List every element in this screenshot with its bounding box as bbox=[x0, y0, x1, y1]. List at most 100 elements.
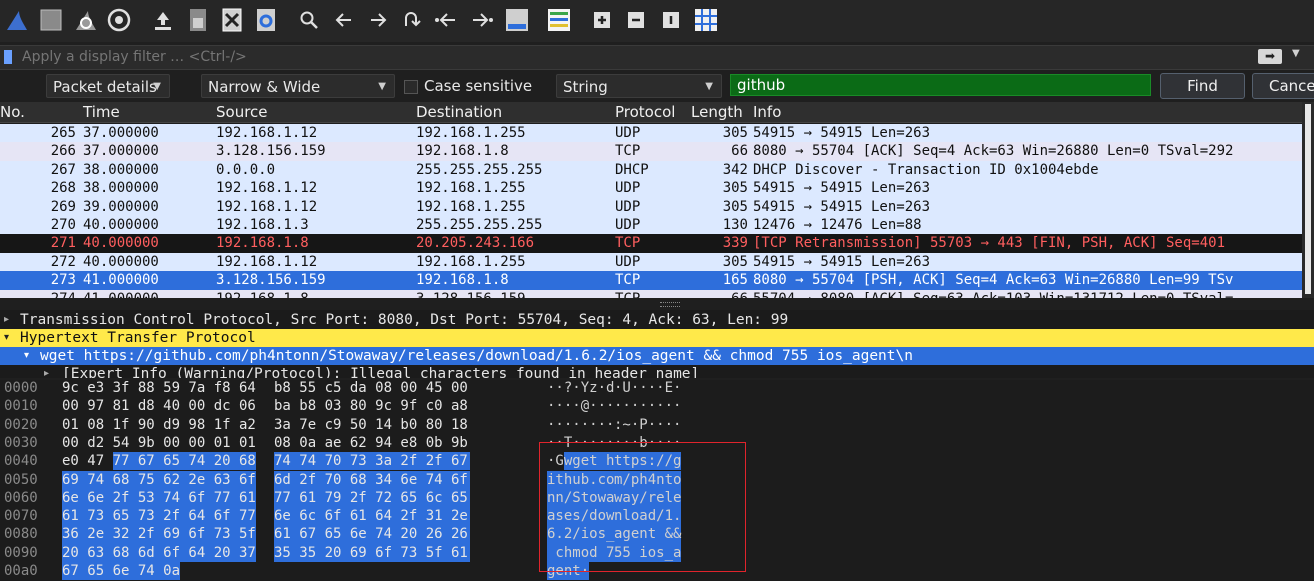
bookmark-icon[interactable] bbox=[4, 50, 12, 64]
packet-cell-len: 305 bbox=[722, 125, 748, 141]
tree-item-tcp[interactable]: ▸ Transmission Control Protocol, Src Por… bbox=[0, 311, 1314, 329]
column-header-source[interactable]: Source bbox=[216, 103, 268, 121]
hex-bytes: 61 67 65 6e 74 20 26 26 bbox=[274, 526, 468, 543]
tree-item-expert-label: [Expert Info (Warning/Protocol): Illegal… bbox=[62, 366, 700, 378]
autoscroll-icon[interactable] bbox=[504, 7, 530, 33]
search-scope-select[interactable]: Packet details ▼ bbox=[46, 74, 170, 98]
search-icon[interactable] bbox=[296, 7, 322, 33]
packet-cell-len: 342 bbox=[722, 161, 748, 178]
packet-cell-dst: 192.168.1.255 bbox=[416, 180, 526, 197]
column-header-time[interactable]: Time bbox=[83, 103, 120, 121]
packet-row[interactable]: 271 40.000000 192.168.1.8 20.205.243.166 TCP… bbox=[0, 234, 1302, 253]
zoom-in-icon[interactable] bbox=[589, 7, 615, 33]
hex-bytes: 74 74 70 73 3a 2f 2f 67 bbox=[274, 453, 468, 470]
packet-row[interactable]: 268 38.000000 192.168.1.12 192.168.1.255 UDP… bbox=[0, 179, 1302, 198]
packet-cell-time: 41.000000 bbox=[83, 290, 159, 298]
stop-square-icon[interactable] bbox=[38, 7, 64, 33]
packet-cell-info: 8080 → 55704 [ACK] Seq=4 Ack=63 Win=2688… bbox=[753, 143, 1234, 160]
collapse-arrow-icon[interactable]: ▾ bbox=[24, 347, 29, 365]
packet-cell-no: 271 bbox=[50, 235, 76, 252]
charset-value: Narrow & Wide bbox=[208, 78, 321, 96]
packet-row[interactable]: 265 37.000000 192.168.1.12 192.168.1.255 UDP… bbox=[0, 124, 1302, 143]
expand-arrow-icon[interactable]: ▸ bbox=[4, 311, 9, 329]
hex-offset: 0020 bbox=[4, 416, 38, 433]
apply-filter-arrow-icon[interactable]: ➡ bbox=[1258, 49, 1282, 64]
packet-row[interactable]: 274 41.000000 192.168.1.8 3.128.156.159 TCP 6… bbox=[0, 289, 1302, 298]
packet-cell-no: 266 bbox=[50, 143, 76, 160]
packet-cell-no: 272 bbox=[50, 253, 76, 270]
column-header-protocol[interactable]: Protocol bbox=[615, 103, 675, 121]
find-button[interactable]: Find bbox=[1160, 73, 1245, 99]
tree-item-expert-info[interactable]: ▸ [Expert Info (Warning/Protocol): Illeg… bbox=[0, 365, 1314, 378]
collapse-arrow-icon[interactable]: ▾ bbox=[4, 329, 9, 347]
go-to-packet-icon[interactable] bbox=[398, 7, 424, 33]
scrollbar-thumb[interactable] bbox=[1305, 104, 1311, 294]
packet-cell-proto: UDP bbox=[615, 217, 641, 233]
main-toolbar bbox=[0, 0, 1314, 42]
expand-arrow-icon[interactable]: ▸ bbox=[44, 365, 49, 378]
hex-bytes: 6e 6e 2f 53 74 6f 77 61 bbox=[62, 489, 256, 506]
display-filter-bar: ➡ ▼ bbox=[0, 45, 1314, 70]
find-query-input[interactable] bbox=[730, 74, 1151, 96]
restart-fin-icon[interactable] bbox=[73, 7, 99, 33]
resize-columns-icon[interactable] bbox=[693, 7, 719, 33]
column-header-no[interactable]: No. bbox=[0, 103, 25, 121]
packet-cell-len: 165 bbox=[722, 272, 748, 289]
packet-cell-no: 273 bbox=[50, 272, 76, 289]
packet-cell-proto: UDP bbox=[615, 180, 641, 197]
packet-row[interactable]: 267 38.000000 0.0.0.0 255.255.255.255 DHCP 34… bbox=[0, 160, 1302, 180]
hex-bytes: 6d 2f 70 68 34 6e 74 6f bbox=[274, 471, 468, 488]
hex-bytes: 9c e3 3f 88 59 7a f8 64 bbox=[62, 380, 256, 396]
hex-bytes: 35 35 20 69 6f 73 5f 61 bbox=[274, 544, 468, 561]
hex-bytes: 69 74 68 75 62 2e 63 6f bbox=[62, 471, 256, 488]
hex-bytes: e0 47 77 67 65 74 20 68 bbox=[62, 453, 256, 470]
ascii-bytes: ········ bbox=[614, 398, 682, 415]
normal-size-icon[interactable] bbox=[658, 7, 684, 33]
close-file-icon[interactable] bbox=[219, 7, 245, 33]
packet-list-scrollbar[interactable] bbox=[1302, 102, 1314, 298]
packet-cell-dst: 192.168.1.8 bbox=[416, 272, 509, 289]
filter-dropdown-icon[interactable]: ▼ bbox=[1292, 48, 1300, 59]
packet-cell-info: 8080 → 55704 [PSH, ACK] Seq=4 Ack=63 Win… bbox=[753, 272, 1234, 289]
colorize-icon[interactable] bbox=[546, 7, 572, 33]
packet-row[interactable]: 270 40.000000 192.168.1.3 255.255.255.255 UD… bbox=[0, 216, 1302, 235]
packet-cell-src: 3.128.156.159 bbox=[216, 143, 326, 160]
chevron-down-icon: ▼ bbox=[378, 81, 386, 92]
open-upload-icon[interactable] bbox=[150, 7, 176, 33]
reload-icon[interactable] bbox=[253, 7, 279, 33]
charset-select[interactable]: Narrow & Wide ▼ bbox=[201, 74, 395, 98]
packet-row[interactable]: 272 40.000000 192.168.1.12 192.168.1.255 UDP… bbox=[0, 252, 1302, 272]
case-sensitive-label: Case sensitive bbox=[424, 77, 533, 95]
packet-cell-time: 39.000000 bbox=[83, 198, 159, 215]
column-header-length[interactable]: Length bbox=[691, 103, 743, 121]
packet-cell-time: 38.000000 bbox=[83, 161, 159, 178]
forward-arrow-icon[interactable] bbox=[365, 7, 391, 33]
cancel-button[interactable]: Cancel bbox=[1252, 73, 1314, 99]
back-arrow-icon[interactable] bbox=[331, 7, 357, 33]
search-type-select[interactable]: String ▼ bbox=[556, 74, 722, 98]
shark-fin-start-icon[interactable] bbox=[4, 7, 30, 33]
tree-item-wget-line[interactable]: ▾ wget https://github.com/ph4ntonn/Stowa… bbox=[0, 347, 1314, 365]
save-file-icon[interactable] bbox=[185, 7, 211, 33]
packet-cell-src: 192.168.1.3 bbox=[216, 217, 309, 233]
tree-item-http[interactable]: ▾ Hypertext Transfer Protocol bbox=[0, 329, 1314, 347]
packet-row[interactable]: 269 39.000000 192.168.1.12 192.168.1.255 UDP… bbox=[0, 197, 1302, 216]
options-gear-icon[interactable] bbox=[106, 7, 132, 33]
pane-splitter-handle[interactable] bbox=[660, 302, 680, 307]
last-packet-icon[interactable] bbox=[469, 7, 495, 33]
packet-cell-src: 3.128.156.159 bbox=[216, 272, 326, 289]
packet-cell-dst: 192.168.1.255 bbox=[416, 125, 526, 141]
case-sensitive-checkbox[interactable] bbox=[404, 80, 418, 94]
column-header-info[interactable]: Info bbox=[753, 103, 781, 121]
column-header-destination[interactable]: Destination bbox=[416, 103, 502, 121]
first-packet-icon[interactable] bbox=[433, 7, 459, 33]
hex-bytes: ba b8 03 80 9c 9f c0 a8 bbox=[274, 398, 468, 415]
hex-offset: 0050 bbox=[4, 471, 38, 488]
packet-list: No. Time Source Destination Protocol Len… bbox=[0, 102, 1302, 298]
chevron-down-icon: ▼ bbox=[153, 81, 161, 92]
packet-cell-src: 192.168.1.12 bbox=[216, 125, 318, 141]
zoom-out-icon[interactable] bbox=[623, 7, 649, 33]
packet-row[interactable]: 273 41.000000 3.128.156.159 192.168.1.8 TCP 1… bbox=[0, 271, 1302, 290]
display-filter-input[interactable] bbox=[22, 48, 1252, 66]
packet-row[interactable]: 266 37.000000 3.128.156.159 192.168.1.8 TCP 6… bbox=[0, 142, 1302, 161]
